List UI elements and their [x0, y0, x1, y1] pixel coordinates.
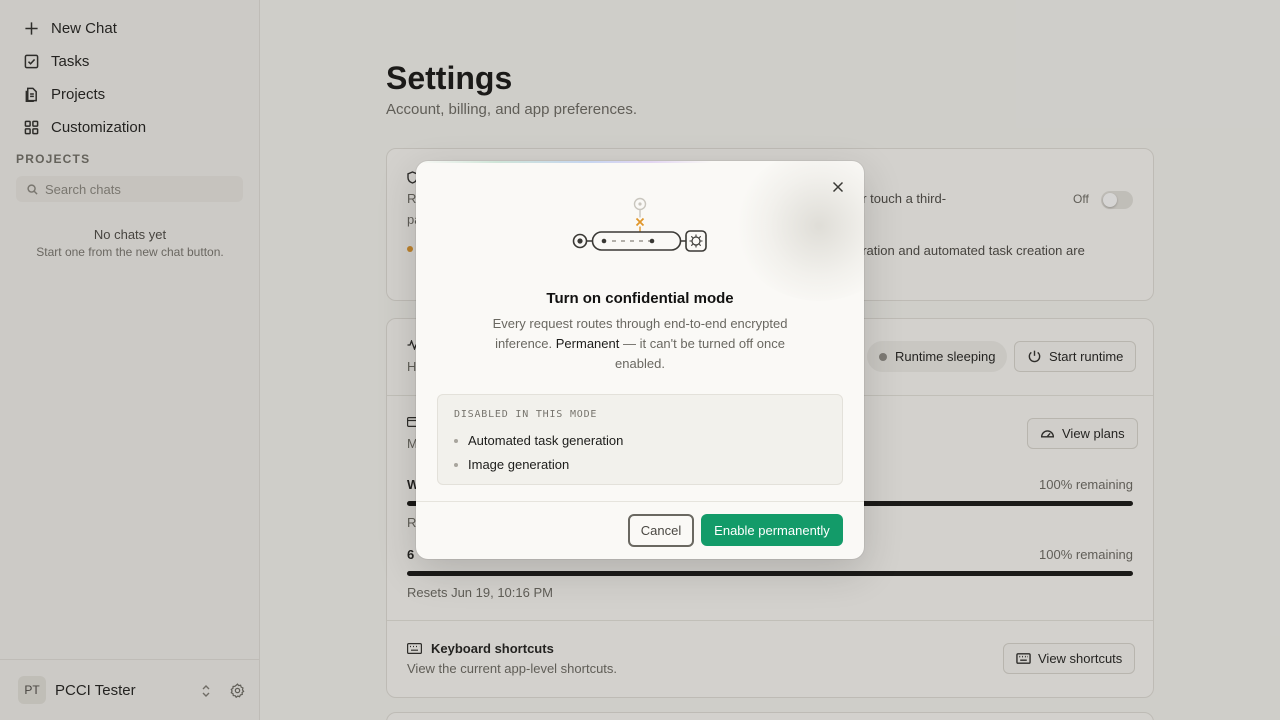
bullet-icon [454, 462, 458, 467]
disabled-features-box: DISABLED IN THIS MODE Automated task gen… [437, 394, 843, 485]
dialog-title: Turn on confidential mode [546, 290, 734, 307]
description-text-end: — it can't be turned off once enabled. [615, 336, 785, 371]
decorative-gradient-line [416, 161, 864, 163]
confidential-mode-dialog: Turn on confidential mode Every request … [416, 161, 864, 559]
disabled-item-label: Automated task generation [468, 433, 624, 448]
divider [416, 501, 864, 502]
disabled-item-label: Image generation [468, 457, 570, 472]
disabled-features-heading: DISABLED IN THIS MODE [454, 409, 598, 420]
description-emphasis: Permanent [555, 336, 620, 351]
list-item: Image generation [454, 457, 569, 472]
enable-permanently-button[interactable]: Enable permanently [701, 514, 843, 546]
bullet-icon [454, 438, 458, 443]
close-icon [832, 181, 844, 193]
close-button[interactable] [829, 178, 847, 196]
list-item: Automated task generation [454, 433, 623, 448]
cancel-button[interactable]: Cancel [628, 514, 694, 547]
encrypted-route-illustration [572, 197, 707, 252]
dialog-description: Every request routes through end-to-end … [476, 314, 804, 374]
